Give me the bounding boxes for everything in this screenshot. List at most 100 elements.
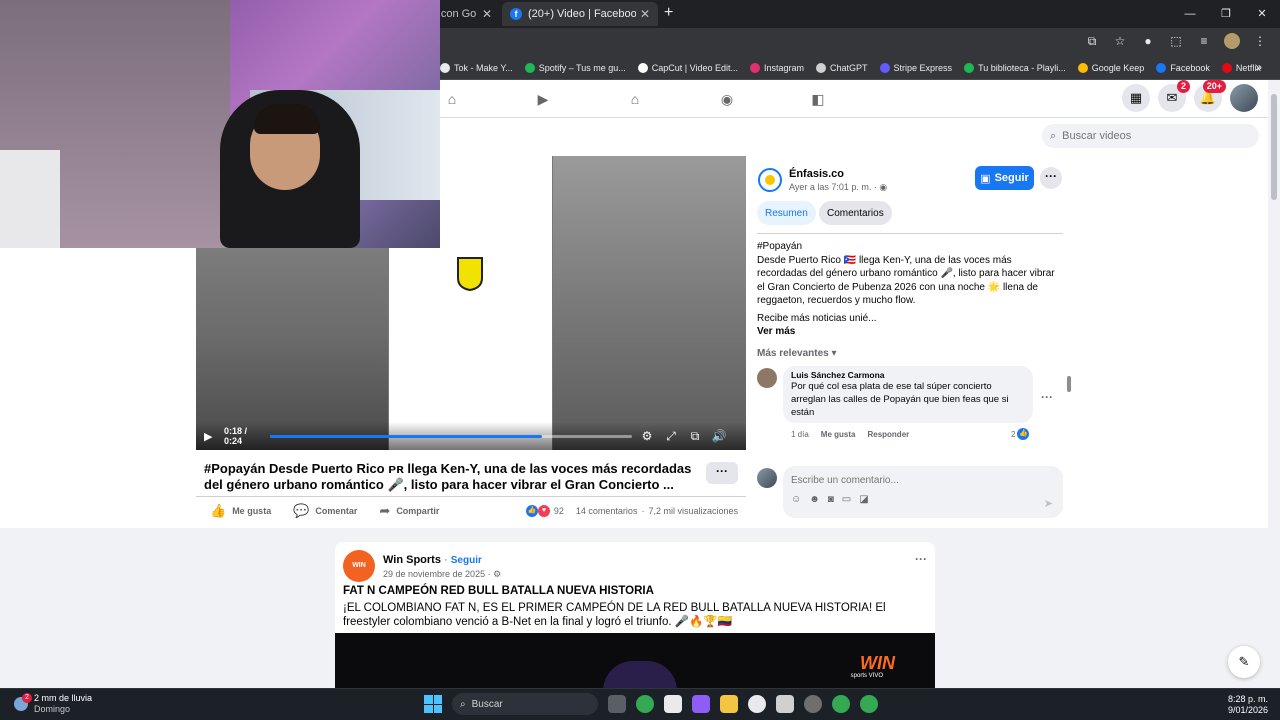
gif-icon[interactable]: ▭ bbox=[842, 494, 851, 505]
post-more-button[interactable]: ··· bbox=[915, 552, 927, 566]
comment-like-link[interactable]: Me gusta bbox=[821, 430, 856, 439]
author-name[interactable]: Win Sports bbox=[383, 554, 441, 566]
comment-scrollbar[interactable] bbox=[1066, 366, 1072, 450]
bookmark-item[interactable]: Google Keep bbox=[1077, 62, 1144, 73]
groups-icon[interactable]: ◉ bbox=[718, 90, 736, 108]
comments-count[interactable]: 14 comentarios bbox=[576, 506, 638, 516]
tab-summary[interactable]: Resumen bbox=[757, 201, 816, 225]
sticker-icon[interactable]: ◪ bbox=[859, 494, 868, 505]
play-icon[interactable]: ▶ bbox=[204, 430, 218, 443]
notifications-button[interactable]: 🔔 20+ bbox=[1194, 80, 1226, 112]
comment-likes[interactable]: 2 👍 bbox=[1011, 428, 1030, 440]
bookmark-item[interactable]: Tok - Make Y... bbox=[440, 62, 513, 73]
settings-icon[interactable]: ⚙ bbox=[638, 429, 656, 443]
taskbar-clock[interactable]: 8:28 p. m. 9/01/2026 bbox=[1228, 694, 1268, 716]
restore-icon[interactable]: ❐ bbox=[1208, 0, 1244, 28]
bookmark-item[interactable]: Tu biblioteca - Playli... bbox=[964, 62, 1066, 73]
bookmark-item[interactable]: Instagram bbox=[749, 62, 804, 73]
comment-reply-link[interactable]: Responder bbox=[867, 430, 909, 439]
extension-color-icon[interactable]: ● bbox=[1140, 33, 1156, 49]
comment-author[interactable]: Luis Sánchez Carmona bbox=[791, 370, 1025, 380]
pip-icon[interactable]: ⧉ bbox=[686, 429, 704, 444]
page-scrollbar[interactable] bbox=[1268, 80, 1280, 688]
close-icon[interactable]: ✕ bbox=[482, 7, 492, 21]
see-more-link[interactable]: Ver más bbox=[757, 325, 1057, 339]
home-icon[interactable]: ⌂ bbox=[443, 90, 461, 108]
bookmark-item[interactable]: CapCut | Video Edit... bbox=[637, 62, 738, 73]
hashtag[interactable]: #Popayán bbox=[757, 240, 1057, 254]
taskbar-search[interactable]: ⌕ Buscar bbox=[452, 693, 598, 715]
tab-facebook[interactable]: f (20+) Video | Facebook ✕ bbox=[502, 2, 658, 26]
app-icon[interactable] bbox=[748, 695, 766, 713]
gaming-icon[interactable]: ◧ bbox=[809, 90, 827, 108]
weather-widget[interactable]: 2 2 mm de lluvia Domingo bbox=[14, 693, 92, 715]
bookmark-item[interactable]: Spotify – Tus me gu... bbox=[524, 62, 626, 73]
scrollbar-thumb[interactable] bbox=[1271, 94, 1277, 200]
minimize-icon[interactable]: — bbox=[1172, 0, 1208, 28]
reactions-count[interactable]: 92 bbox=[554, 506, 564, 516]
marketplace-icon[interactable]: ⌂ bbox=[626, 90, 644, 108]
send-icon[interactable]: ➤ bbox=[1044, 497, 1053, 510]
video-search[interactable]: ⌕ bbox=[1042, 124, 1259, 148]
chrome-icon[interactable] bbox=[860, 695, 878, 713]
chrome-icon[interactable] bbox=[636, 695, 654, 713]
copilot-icon[interactable] bbox=[692, 695, 710, 713]
close-icon[interactable]: ✕ bbox=[640, 7, 650, 21]
store-icon[interactable] bbox=[664, 695, 682, 713]
clock-time: 8:28 p. m. bbox=[1227, 694, 1268, 704]
bookmark-item[interactable]: Stripe Express bbox=[879, 62, 952, 73]
chrome-icon[interactable] bbox=[832, 695, 850, 713]
tab-comments[interactable]: Comentarios bbox=[819, 201, 892, 225]
follow-link[interactable]: Seguir bbox=[451, 555, 482, 566]
video-icon[interactable]: ▶ bbox=[534, 90, 552, 108]
post-media[interactable]: WIN sports VIVO bbox=[335, 633, 935, 688]
post-time-text: Ayer a las 7:01 p. m. · bbox=[789, 182, 877, 192]
close-window-icon[interactable]: ✕ bbox=[1244, 0, 1280, 28]
avatar-sticker-icon[interactable]: ☺ bbox=[791, 494, 801, 505]
fullscreen-icon[interactable]: ⤢ bbox=[662, 429, 680, 444]
new-message-button[interactable]: ✎ bbox=[1228, 646, 1260, 678]
comment-more-icon[interactable]: ··· bbox=[1041, 390, 1053, 404]
like-reaction-icon: 👍 bbox=[1017, 428, 1030, 440]
task-view-icon[interactable] bbox=[608, 695, 626, 713]
page-avatar[interactable] bbox=[758, 168, 782, 192]
file-explorer-icon[interactable] bbox=[720, 695, 738, 713]
scrollbar-thumb[interactable] bbox=[1067, 376, 1071, 392]
winsports-avatar[interactable]: WIN bbox=[343, 550, 375, 582]
share-button[interactable]: ➦ Compartir bbox=[379, 503, 439, 519]
follow-button[interactable]: ▣ Seguir bbox=[975, 166, 1034, 190]
messenger-button[interactable]: ✉ 2 bbox=[1158, 80, 1190, 112]
page-name[interactable]: Énfasis.co bbox=[789, 168, 844, 180]
camera-icon[interactable]: ◙ bbox=[828, 494, 834, 505]
post-body: ¡EL COLOMBIANO FAT N, ES EL PRIMER CAMPE… bbox=[343, 602, 886, 628]
install-icon[interactable]: ⧉ bbox=[1084, 33, 1100, 49]
comment-button[interactable]: 💬 Comentar bbox=[293, 503, 357, 519]
bookmark-item[interactable]: Facebook bbox=[1156, 62, 1210, 73]
commenter-avatar[interactable] bbox=[757, 368, 777, 388]
extensions-icon[interactable]: ⬚ bbox=[1168, 33, 1184, 49]
like-button[interactable]: 👍 Me gusta bbox=[210, 503, 271, 519]
windows-start-icon[interactable] bbox=[424, 695, 442, 713]
bookmarks-more-icon[interactable]: » bbox=[1255, 60, 1262, 74]
post-title: #Popayán Desde Puerto Rico ᴘʀ llega Ken-… bbox=[204, 461, 692, 492]
page-more-button[interactable]: ··· bbox=[1040, 167, 1062, 189]
comment-input[interactable] bbox=[791, 475, 1031, 486]
more-options-button[interactable]: ··· bbox=[706, 462, 738, 484]
account-avatar[interactable] bbox=[1230, 84, 1258, 112]
comment-sort[interactable]: Más relevantes ▾ bbox=[757, 348, 837, 359]
star-icon[interactable]: ☆ bbox=[1112, 33, 1128, 49]
new-tab-button[interactable]: + bbox=[664, 4, 673, 22]
app-icon[interactable] bbox=[804, 695, 822, 713]
menu-icon[interactable]: ⋮ bbox=[1252, 33, 1268, 49]
video-progress-bar[interactable] bbox=[270, 434, 632, 438]
menu-grid-button[interactable]: ▦ bbox=[1122, 84, 1150, 112]
reading-list-icon[interactable]: ≡ bbox=[1196, 33, 1212, 49]
bookmark-item[interactable]: ChatGPT bbox=[816, 62, 868, 73]
profile-avatar[interactable] bbox=[1224, 33, 1240, 49]
app-icon[interactable] bbox=[776, 695, 794, 713]
volume-icon[interactable]: 🔊 bbox=[710, 429, 728, 443]
post-date-text[interactable]: 29 de noviembre de 2025 · bbox=[383, 569, 491, 579]
video-search-input[interactable] bbox=[1062, 130, 1243, 142]
emoji-icon[interactable]: ☻ bbox=[809, 494, 820, 505]
comment-box[interactable]: ☺ ☻ ◙ ▭ ◪ ➤ bbox=[783, 466, 1063, 518]
